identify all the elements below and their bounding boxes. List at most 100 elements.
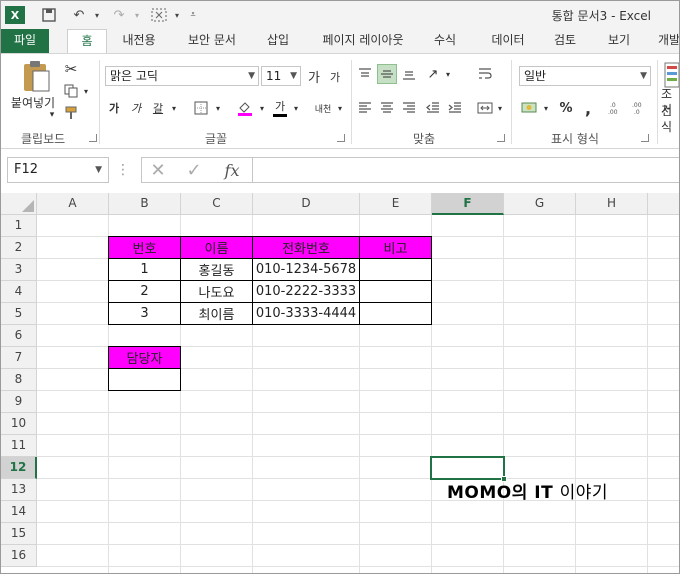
conditional-formatting-label-2[interactable]: 서식	[661, 103, 679, 134]
column-header[interactable]: B	[109, 193, 181, 215]
table-cell[interactable]	[359, 258, 432, 281]
table-cell[interactable]: 010-2222-3333	[252, 280, 360, 303]
table-header-cell[interactable]: 전화번호	[252, 236, 360, 259]
format-painter-icon[interactable]	[61, 104, 81, 122]
font-color-dropdown-icon[interactable]: ▾	[291, 98, 301, 118]
paste-dropdown-icon[interactable]: ▾	[45, 110, 59, 120]
row-header[interactable]: 2	[1, 237, 37, 259]
underline-button[interactable]: 갈	[149, 98, 167, 118]
redo-icon[interactable]: ↷	[109, 6, 129, 24]
tab-formulas[interactable]: 수식	[425, 29, 465, 53]
tab-data[interactable]: 데이터	[483, 29, 533, 53]
grow-font-button[interactable]: 가	[305, 66, 323, 86]
align-right-icon[interactable]	[399, 98, 419, 118]
row-header[interactable]: 15	[1, 523, 37, 545]
formula-input[interactable]	[253, 157, 679, 183]
italic-button[interactable]: 가	[127, 98, 145, 118]
shrink-font-button[interactable]: 가	[327, 68, 343, 86]
tab-file[interactable]: 파일	[1, 29, 49, 53]
align-bottom-icon[interactable]	[399, 64, 419, 84]
bold-button[interactable]: 가	[105, 98, 123, 118]
align-middle-icon[interactable]	[377, 64, 397, 84]
row-header[interactable]: 14	[1, 501, 37, 523]
column-header[interactable]: G	[504, 193, 576, 215]
row-header[interactable]: 16	[1, 545, 37, 567]
phonetic-dropdown-icon[interactable]: ▾	[335, 98, 345, 118]
row-header[interactable]: 11	[1, 435, 37, 457]
tab-view[interactable]: 보기	[599, 29, 639, 53]
table-cell[interactable]: 010-1234-5678	[252, 258, 360, 281]
selection-pane-icon[interactable]	[149, 6, 169, 24]
column-header[interactable]: E	[360, 193, 432, 215]
decrease-decimal-icon[interactable]: .00.0	[629, 98, 649, 118]
font-name-combo[interactable]: 맑은 고딕 ▼	[105, 66, 259, 86]
decrease-indent-icon[interactable]	[423, 98, 443, 118]
undo-icon[interactable]: ↶	[69, 6, 89, 24]
table-cell[interactable]	[359, 302, 432, 325]
cancel-icon[interactable]: ✕	[148, 160, 168, 181]
underline-dropdown-icon[interactable]: ▾	[169, 98, 179, 118]
borders-icon[interactable]	[191, 98, 211, 118]
table-cell[interactable]: 나도요	[180, 280, 253, 303]
row-header[interactable]: 13	[1, 479, 37, 501]
row-header[interactable]: 3	[1, 259, 37, 281]
cut-icon[interactable]: ✂	[61, 60, 81, 78]
fill-color-dropdown-icon[interactable]: ▾	[257, 98, 267, 118]
manager-header-cell[interactable]: 담당자	[108, 346, 181, 369]
table-cell[interactable]: 홍길동	[180, 258, 253, 281]
redo-dropdown-icon[interactable]: ▾	[127, 6, 147, 24]
increase-decimal-icon[interactable]: .0.00	[605, 98, 625, 118]
manager-value-cell[interactable]	[108, 368, 181, 391]
number-format-combo[interactable]: 일반 ▼	[519, 66, 651, 86]
column-header[interactable]	[648, 193, 679, 215]
row-header[interactable]: 1	[1, 215, 37, 237]
accounting-dropdown-icon[interactable]: ▾	[541, 98, 551, 118]
align-top-icon[interactable]	[355, 64, 375, 84]
tab-review[interactable]: 검토	[545, 29, 585, 53]
column-header[interactable]: D	[253, 193, 360, 215]
alignment-launcher-icon[interactable]	[497, 134, 505, 142]
row-header[interactable]: 7	[1, 347, 37, 369]
wrap-text-icon[interactable]	[475, 64, 495, 84]
row-header[interactable]: 8	[1, 369, 37, 391]
fill-color-icon[interactable]	[235, 98, 255, 118]
merge-dropdown-icon[interactable]: ▾	[495, 98, 505, 118]
table-header-cell[interactable]: 이름	[180, 236, 253, 259]
table-cell[interactable]: 1	[108, 258, 181, 281]
font-color-button[interactable]: 가	[271, 96, 289, 118]
clipboard-launcher-icon[interactable]	[89, 134, 97, 142]
align-left-icon[interactable]	[355, 98, 375, 118]
row-header[interactable]: 9	[1, 391, 37, 413]
align-center-icon[interactable]	[377, 98, 397, 118]
accounting-format-icon[interactable]	[519, 98, 539, 118]
select-all-corner[interactable]	[1, 193, 37, 215]
table-header-cell[interactable]: 비고	[359, 236, 432, 259]
paste-button[interactable]: 붙여넣기	[5, 94, 61, 110]
font-launcher-icon[interactable]	[337, 134, 345, 142]
tab-insert[interactable]: 삽입	[257, 29, 299, 53]
borders-dropdown-icon[interactable]: ▾	[213, 98, 223, 118]
percent-style-button[interactable]: %	[557, 98, 575, 118]
customize-qat-icon[interactable]: ⩡	[183, 6, 203, 24]
undo-dropdown-icon[interactable]: ▾	[87, 6, 107, 24]
comma-style-button[interactable]: ,	[581, 98, 595, 118]
tab-page-layout[interactable]: 페이지 레이아웃	[311, 29, 415, 53]
orientation-icon[interactable]: ↗	[423, 64, 443, 84]
active-cell-f12[interactable]	[430, 456, 505, 480]
column-header-selected[interactable]: F	[432, 193, 504, 215]
tab-developer[interactable]: 개발	[649, 29, 679, 53]
tab-mine[interactable]: 내전용	[113, 29, 165, 53]
phonetic-guide-button[interactable]: 내천	[311, 98, 335, 118]
column-header[interactable]: H	[576, 193, 648, 215]
number-launcher-icon[interactable]	[641, 134, 649, 142]
insert-function-button[interactable]: fx	[220, 160, 244, 180]
tab-home[interactable]: 홈	[67, 29, 107, 53]
row-header[interactable]: 6	[1, 325, 37, 347]
table-header-cell[interactable]: 번호	[108, 236, 181, 259]
copy-icon[interactable]	[61, 82, 81, 100]
table-cell[interactable]: 2	[108, 280, 181, 303]
increase-indent-icon[interactable]	[445, 98, 465, 118]
enter-icon[interactable]: ✓	[184, 160, 204, 181]
merge-center-icon[interactable]	[475, 98, 495, 118]
row-header[interactable]: 5	[1, 303, 37, 325]
